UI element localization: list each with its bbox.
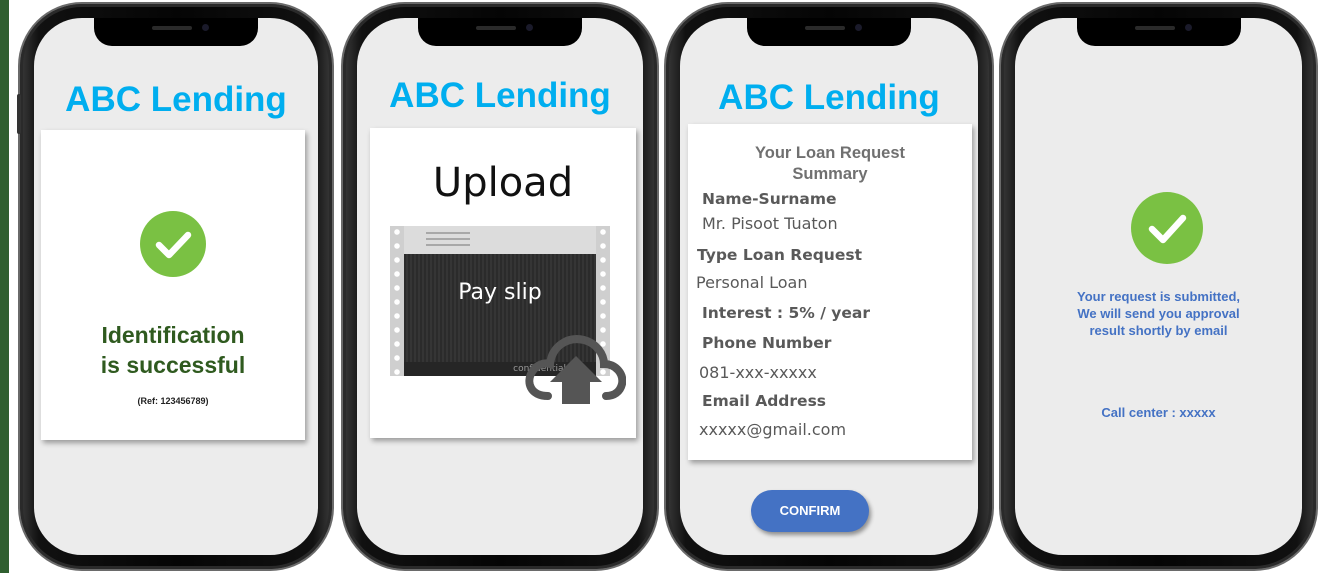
- upload-label: Upload: [432, 160, 574, 206]
- success-message-line2: is successful: [100, 352, 246, 378]
- screen-identification: ABC Lending Identification is successful…: [34, 18, 318, 555]
- field-label-name: Name-Surname: [702, 190, 837, 208]
- document-label: Pay slip: [458, 280, 542, 305]
- field-value-name: Mr. Pisoot Tuaton: [702, 214, 838, 233]
- field-label-email: Email Address: [702, 392, 827, 410]
- summary-title-line1: Your Loan Request: [754, 144, 906, 162]
- app-title: ABC Lending: [65, 80, 287, 119]
- phone-identification: ABC Lending Identification is successful…: [17, 4, 332, 569]
- field-value-email: xxxxx@gmail.com: [699, 420, 847, 439]
- check-circle-icon: [1131, 192, 1203, 264]
- screen-submitted: Your request is submitted, We will send …: [1015, 18, 1302, 555]
- field-label-loan-type: Type Loan Request: [697, 246, 862, 264]
- field-label-phone: Phone Number: [702, 334, 832, 352]
- phone-upload: ABC Lending Upload Pay slip confidential: [343, 4, 657, 569]
- phone-summary: ABC Lending Your Loan Request Summary Na…: [666, 4, 992, 569]
- submitted-message-line3: result shortly by email: [1089, 323, 1228, 338]
- notch: [747, 18, 911, 46]
- screen-summary: ABC Lending Your Loan Request Summary Na…: [680, 18, 978, 555]
- field-value-phone: 081-xxx-xxxxx: [699, 363, 817, 382]
- cloud-upload-icon[interactable]: [522, 326, 626, 406]
- call-center-text: Call center : xxxxx: [1101, 405, 1216, 420]
- confirm-button[interactable]: CONFIRM: [751, 490, 869, 532]
- notch: [1076, 18, 1241, 46]
- summary-title-line2: Summary: [792, 165, 868, 183]
- reference-number: (Ref: 123456789): [137, 396, 209, 406]
- phone-submitted: Your request is submitted, We will send …: [1001, 4, 1316, 569]
- left-edge-strip: [0, 0, 9, 573]
- success-message-line1: Identification: [101, 322, 245, 348]
- side-button: [17, 94, 21, 134]
- upload-card[interactable]: Upload Pay slip confidential: [370, 128, 636, 438]
- notch: [94, 18, 258, 46]
- app-title: ABC Lending: [389, 76, 611, 115]
- check-circle-icon: [140, 211, 206, 277]
- app-title: ABC Lending: [718, 78, 940, 117]
- field-interest: Interest : 5% / year: [702, 304, 870, 322]
- screen-upload: ABC Lending Upload Pay slip confidential: [357, 18, 643, 555]
- identification-card: Identification is successful (Ref: 12345…: [41, 130, 305, 440]
- submitted-message-line1: Your request is submitted,: [1076, 289, 1240, 304]
- loan-summary-card: Your Loan Request Summary Name-Surname M…: [688, 124, 972, 460]
- submitted-message-line2: We will send you approval: [1077, 306, 1240, 321]
- notch: [418, 18, 582, 46]
- field-value-loan-type: Personal Loan: [696, 273, 808, 292]
